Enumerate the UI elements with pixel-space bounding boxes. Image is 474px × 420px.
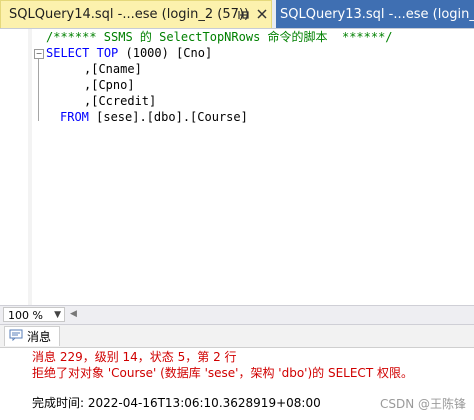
collapse-icon[interactable]: − <box>34 49 44 59</box>
messages-icon <box>9 329 23 344</box>
tab-sqlquery14[interactable]: SQLQuery14.sql -...ese (login_2 (57)) <box>0 0 272 28</box>
document-tab-strip: SQLQuery14.sql -...ese (login_2 (57)) SQ… <box>0 0 474 29</box>
outline-line <box>38 59 39 121</box>
code-comment: /****** SSMS 的 SelectTopNRows 命令的脚本 ****… <box>46 30 393 44</box>
keyword-from: FROM <box>60 110 89 124</box>
code-line-select: SELECT TOP (1000) [Cno] <box>46 45 212 61</box>
messages-pane[interactable]: 消息 229，级别 14，状态 5，第 2 行 拒绝了对对象 'Course' … <box>0 348 474 420</box>
tab-messages[interactable]: 消息 <box>4 326 60 346</box>
editor-status-strip: 100 % ▼ ◀ <box>0 305 474 325</box>
pin-icon[interactable] <box>237 8 251 22</box>
chevron-down-icon: ▼ <box>54 310 61 320</box>
watermark-text: CSDN @王陈锋 <box>379 397 466 411</box>
code-line-from: FROM [sese].[dbo].[Course] <box>60 109 248 125</box>
close-icon[interactable] <box>255 7 269 21</box>
tab-title: SQLQuery14.sql -...ese (login_2 (57)) <box>9 7 250 22</box>
code-line-cpno: ,[Cpno] <box>84 78 135 92</box>
tab-sqlquery13[interactable]: SQLQuery13.sql -...ese (login_2 (55)) <box>276 0 474 28</box>
code-line-ccredit: ,[Ccredit] <box>84 94 157 108</box>
zoom-value: 100 % <box>8 309 43 322</box>
error-message-text: 拒绝了对对象 'Course' (数据库 'sese'，架构 'dbo')的 S… <box>32 366 413 380</box>
zoom-select[interactable]: 100 % ▼ <box>3 307 65 322</box>
editor-margin <box>28 29 32 305</box>
messages-tab-label: 消息 <box>27 330 52 344</box>
error-message-header: 消息 229，级别 14，状态 5，第 2 行 <box>32 350 237 364</box>
keyword-select: SELECT <box>46 46 90 60</box>
keyword-top: TOP <box>96 46 119 60</box>
code-line-cname: ,[Cname] <box>84 62 142 76</box>
from-target: [sese].[dbo].[Course] <box>88 110 248 124</box>
completion-time: 完成时间: 2022-04-16T13:06:10.3628919+08:00 <box>32 396 321 410</box>
scroll-left-icon[interactable]: ◀ <box>70 309 77 319</box>
tab-title: SQLQuery13.sql -...ese (login_2 (55)) <box>280 6 474 22</box>
query-editor[interactable]: − /****** SSMS 的 SelectTopNRows 命令的脚本 **… <box>0 29 474 305</box>
results-tab-strip: 消息 <box>0 325 474 348</box>
top-args: (1000) [Cno] <box>118 46 213 60</box>
